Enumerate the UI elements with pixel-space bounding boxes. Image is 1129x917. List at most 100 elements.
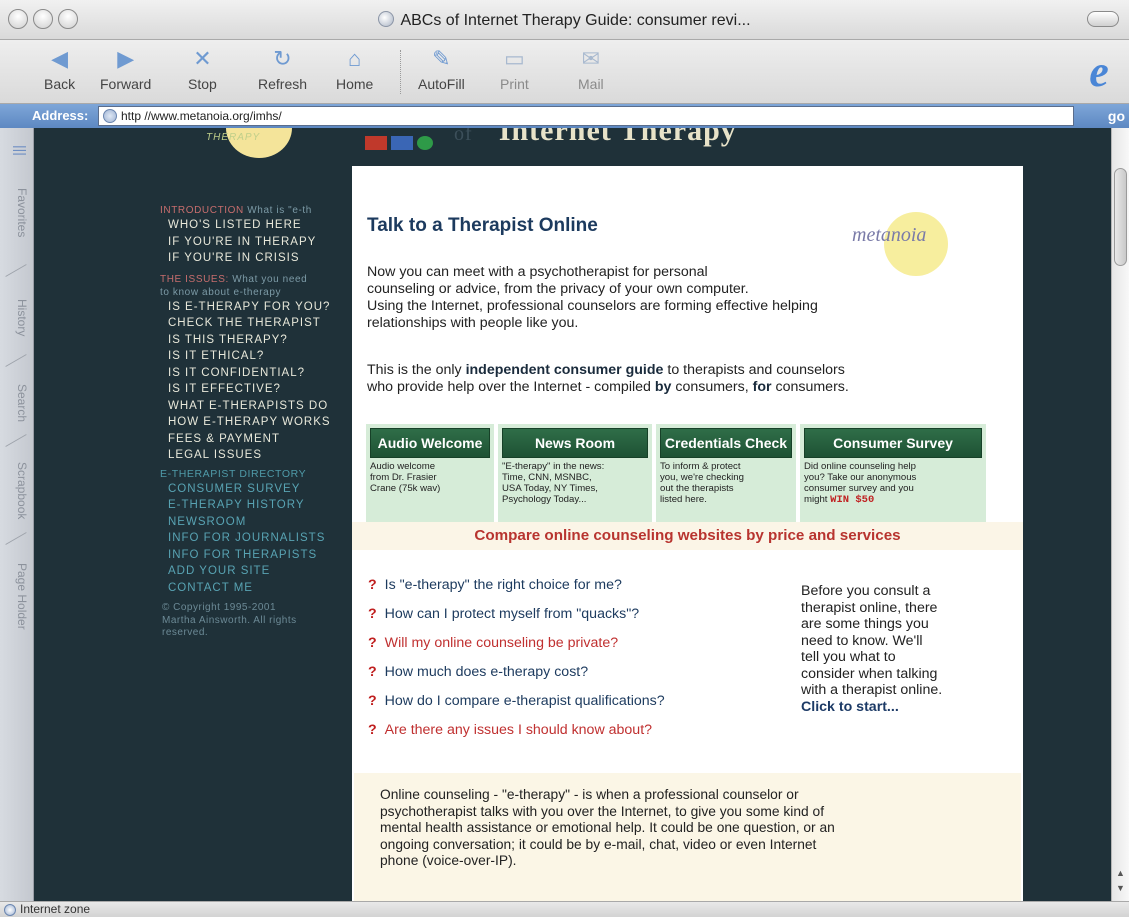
home-icon: ⌂ — [348, 46, 362, 71]
card-line: out the therapists — [660, 483, 734, 494]
faq-link-qualifications[interactable]: ? How do I compare e-therapist qualificat… — [368, 692, 788, 721]
faq-link-private[interactable]: ? Will my online counseling be private? — [368, 634, 788, 663]
nav-intro-label[interactable]: INTRODUCTION — [160, 205, 244, 216]
nav-issues-label[interactable]: THE ISSUES: — [160, 274, 229, 285]
guide-text-e: by — [654, 379, 672, 395]
credentials-check-button[interactable]: Credentials Check — [660, 428, 792, 458]
refresh-button[interactable]: ↻ Refresh — [258, 46, 307, 92]
toolbar-toggle-button[interactable] — [1087, 11, 1119, 27]
nav-link-is-it-effective[interactable]: IS IT EFFECTIVE? — [160, 381, 350, 398]
page-icon — [378, 11, 395, 27]
vertical-scrollbar[interactable]: ▲ ▼ — [1111, 128, 1129, 901]
definition-line: psychotherapist talks with you over the … — [380, 803, 825, 819]
nav-link-in-therapy[interactable]: IF YOU'RE IN THERAPY — [160, 234, 350, 251]
nav-link-how-it-works[interactable]: HOW E-THERAPY WORKS — [160, 414, 350, 431]
banner-of-word: of — [454, 128, 473, 145]
forward-label: Forward — [100, 76, 152, 92]
card-line: To inform & protect — [660, 461, 741, 472]
nav-link-consumer-survey[interactable]: CONSUMER SURVEY — [160, 481, 350, 498]
scroll-down-arrow-icon[interactable]: ▼ — [1116, 883, 1125, 893]
intro-line-3: Using the Internet, professional counsel… — [367, 298, 818, 314]
nav-issues-sub[interactable]: What you need — [232, 274, 307, 285]
faq-text: How much does e-therapy cost? — [384, 664, 589, 680]
aside-line: consider when talking — [801, 665, 938, 682]
address-input[interactable]: http //www.metanoia.org/imhs/ — [98, 106, 1074, 126]
stop-button[interactable]: ✕ Stop — [188, 46, 217, 92]
internet-explorer-logo-icon: e — [1089, 47, 1109, 96]
nav-link-in-crisis[interactable]: IF YOU'RE IN CRISIS — [160, 250, 350, 267]
aside-line: with a therapist online. — [801, 682, 943, 698]
faq-link-issues[interactable]: ? Are there any issues I should know abou… — [368, 721, 788, 750]
nav-link-whos-listed[interactable]: WHO'S LISTED HERE — [160, 217, 350, 234]
tab-history[interactable]: History — [3, 278, 29, 358]
nav-link-add-your-site[interactable]: ADD YOUR SITE — [160, 563, 350, 580]
back-button[interactable]: ◀ Back — [44, 46, 75, 92]
card-line: "E-therapy" in the news: — [502, 461, 605, 472]
win-prize-text: WIN $50 — [830, 494, 875, 506]
go-button[interactable]: go — [1108, 108, 1125, 124]
globe-icon — [103, 109, 117, 123]
nav-link-is-it-ethical[interactable]: IS IT ETHICAL? — [160, 348, 350, 365]
guide-text-h: consumers. — [771, 379, 849, 395]
news-room-description: "E-therapy" in the news: Time, CNN, MSNB… — [498, 461, 652, 505]
address-url: http //www.metanoia.org/imhs/ — [121, 109, 282, 123]
nav-link-is-e-therapy-for-you[interactable]: IS E-THERAPY FOR YOU? — [160, 299, 350, 316]
card-credentials-check: Credentials Check To inform & protect yo… — [656, 424, 796, 524]
mail-button[interactable]: ✉ Mail — [578, 46, 604, 92]
forward-button[interactable]: ▶ Forward — [100, 46, 151, 92]
card-line: Psychology Today... — [502, 494, 587, 505]
nav-link-journalists[interactable]: INFO FOR JOURNALISTS — [160, 530, 350, 547]
autofill-icon: ✎ — [432, 46, 451, 71]
tab-favorites[interactable]: Favorites — [3, 168, 29, 258]
nav-intro-sub[interactable]: What is "e-th — [247, 205, 312, 216]
nav-link-legal-issues[interactable]: LEGAL ISSUES — [160, 447, 350, 464]
nav-link-contact-me[interactable]: CONTACT ME — [160, 580, 350, 597]
faq-link-quacks[interactable]: ? How can I protect myself from "quacks"? — [368, 605, 788, 634]
tab-search[interactable]: Search — [3, 368, 29, 438]
banner-block-green — [417, 136, 433, 150]
aside-line: need to know. We'll — [801, 632, 923, 649]
nav-link-is-this-therapy[interactable]: IS THIS THERAPY? — [160, 332, 350, 349]
nav-link-is-it-confidential[interactable]: IS IT CONFIDENTIAL? — [160, 365, 350, 382]
faq-link-cost[interactable]: ? How much does e-therapy cost? — [368, 663, 788, 692]
click-to-start-link[interactable]: Click to start... — [801, 699, 986, 716]
audio-welcome-button[interactable]: Audio Welcome — [370, 428, 490, 458]
nav-link-e-therapy-history[interactable]: E-THERAPY HISTORY — [160, 497, 350, 514]
intro-line-1: Now you can meet with a psychotherapist … — [367, 264, 708, 280]
consumer-survey-button[interactable]: Consumer Survey — [804, 428, 982, 458]
logo-fragment-text: THERAPY — [206, 132, 261, 143]
address-label: Address: — [32, 108, 89, 123]
faq-text: Are there any issues I should know about… — [384, 722, 653, 738]
nav-link-newsroom[interactable]: NEWSROOM — [160, 514, 350, 531]
scroll-up-arrow-icon[interactable]: ▲ — [1116, 868, 1125, 878]
nav-link-check-therapist[interactable]: CHECK THE THERAPIST — [160, 315, 350, 332]
nav-section-directory[interactable]: E-THERAPIST DIRECTORY — [160, 468, 350, 481]
faq-link-right-choice[interactable]: ? Is "e-therapy" the right choice for me? — [368, 576, 788, 605]
autofill-button[interactable]: ✎ AutoFill — [418, 46, 465, 92]
page-viewport: THERAPY of "Internet Therapy" INTRODUCTI… — [34, 128, 1111, 901]
print-label: Print — [500, 76, 529, 92]
compare-websites-link[interactable]: Compare online counseling websites by pr… — [352, 522, 1023, 550]
guide-text-c: to therapists and counselors — [663, 362, 845, 378]
badge-logo-text: metanoia — [852, 224, 927, 246]
scrollbar-thumb[interactable] — [1114, 168, 1127, 266]
faq-text: Is "e-therapy" the right choice for me? — [384, 577, 622, 593]
tab-page-holder[interactable]: Page Holder — [3, 546, 29, 646]
nav-issues-sub2[interactable]: to know about e-therapy — [160, 287, 281, 298]
nav-issues-sub-line2: to know about e-therapy — [160, 286, 350, 299]
guide-text-a: This is the only — [367, 362, 466, 378]
question-mark-icon: ? — [368, 664, 377, 680]
nav-link-what-therapists-do[interactable]: WHAT E-THERAPISTS DO — [160, 398, 350, 415]
home-button[interactable]: ⌂ Home — [336, 46, 373, 92]
print-button[interactable]: ▭ Print — [500, 46, 529, 92]
tab-scrapbook[interactable]: Scrapbook — [3, 446, 29, 536]
nav-link-fees-payment[interactable]: FEES & PAYMENT — [160, 431, 350, 448]
news-room-button[interactable]: News Room — [502, 428, 648, 458]
home-label: Home — [336, 76, 374, 92]
card-audio-welcome: Audio Welcome Audio welcome from Dr. Fra… — [366, 424, 494, 524]
guide-paragraph: This is the only independent consumer gu… — [367, 362, 987, 396]
card-line: Time, CNN, MSNBC, — [502, 472, 592, 483]
audio-welcome-description: Audio welcome from Dr. Frasier Crane (75… — [366, 461, 494, 494]
nav-link-therapists[interactable]: INFO FOR THERAPISTS — [160, 547, 350, 564]
question-mark-icon: ? — [368, 606, 377, 622]
